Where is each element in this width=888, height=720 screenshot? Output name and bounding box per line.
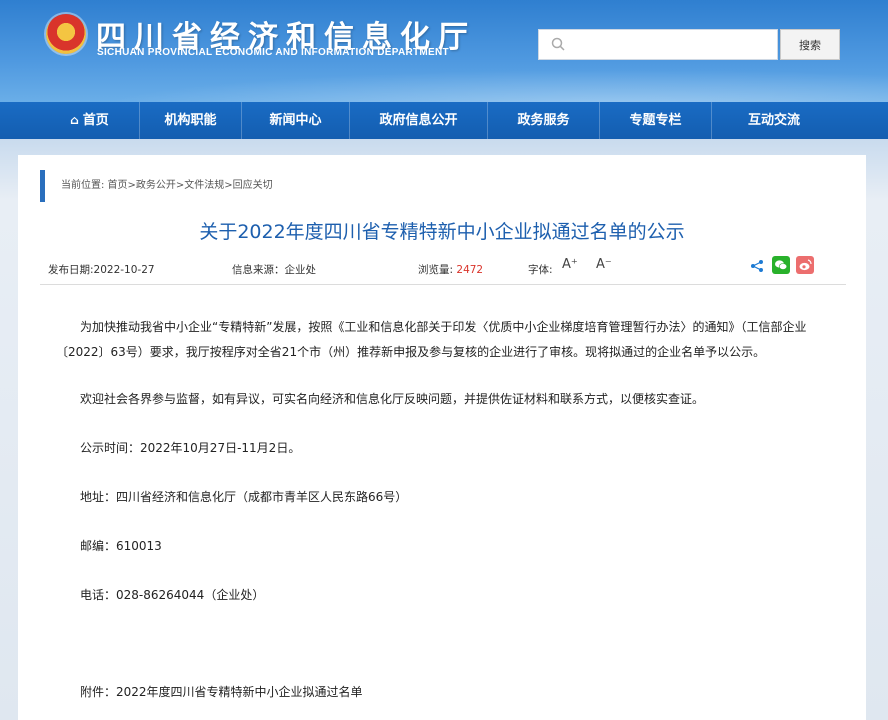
main-nav: ⌂ 首页 机构职能 新闻中心 政府信息公开 政务服务 专题专栏 互动交流 [0,102,888,139]
nav-item-gov-info[interactable]: 政府信息公开 [350,102,488,139]
nav-item-news[interactable]: 新闻中心 [242,102,350,139]
search-box[interactable] [538,29,778,60]
nav-item-interaction[interactable]: 互动交流 [712,102,836,139]
nav-item-services[interactable]: 政务服务 [488,102,600,139]
wechat-icon[interactable] [772,256,790,274]
share-icon[interactable] [750,259,764,273]
nav-item-functions[interactable]: 机构职能 [140,102,242,139]
article-meta-bar: 发布日期:2022-10-27 信息来源：企业处 浏览量: 2472 字体: A… [40,255,846,285]
article-body: 为加快推动我省中小企业“专精特新”发展，按照《工业和信息化部关于印发〈优质中小企… [56,315,836,720]
breadcrumb[interactable]: 当前位置: 首页>政务公开>文件法规>回应关切 [40,170,273,202]
nav-item-topics[interactable]: 专题专栏 [600,102,712,139]
paragraph-intro: 为加快推动我省中小企业“专精特新”发展，按照《工业和信息化部关于印发〈优质中小企… [56,320,807,359]
search-icon [551,37,565,51]
article-title: 关于2022年度四川省专精特新中小企业拟通过名单的公示 [199,221,685,243]
paragraph-period: 公示时间：2022年10月27日-11月2日。 [80,441,301,455]
paragraph-supervision: 欢迎社会各界参与监督，如有异议，可实名向经济和信息化厅反映问题，并提供佐证材料和… [80,392,705,406]
font-decrease-button[interactable]: A⁻ [596,257,612,272]
info-source: 信息来源：企业处 [232,264,316,276]
paragraph-address: 地址：四川省经济和信息化厅（成都市青羊区人民东路66号） [80,490,408,504]
font-increase-button[interactable]: A⁺ [562,257,578,272]
home-icon: ⌂ [70,113,79,127]
attachment-link[interactable]: 附件：2022年度四川省专精特新中小企业拟通过名单 [56,680,836,705]
paragraph-phone: 电话：028-86264044（企业处） [80,588,265,602]
nav-item-home[interactable]: ⌂ 首页 [40,102,140,139]
national-emblem-icon [46,14,86,54]
view-count-number: 2472 [456,264,484,276]
weibo-icon[interactable] [796,256,814,274]
search-button[interactable]: 搜索 [780,29,840,60]
publish-date: 发布日期:2022-10-27 [48,264,155,276]
view-count: 浏览量: 2472 [418,264,484,276]
font-size-label: 字体: [528,264,553,276]
site-subtitle: SICHUAN PROVINCIAL ECONOMIC AND INFORMAT… [97,47,449,58]
paragraph-postcode: 邮编：610013 [80,539,162,553]
search-input[interactable] [573,34,769,56]
content-card: 当前位置: 首页>政务公开>文件法规>回应关切 关于2022年度四川省专精特新中… [18,155,866,720]
